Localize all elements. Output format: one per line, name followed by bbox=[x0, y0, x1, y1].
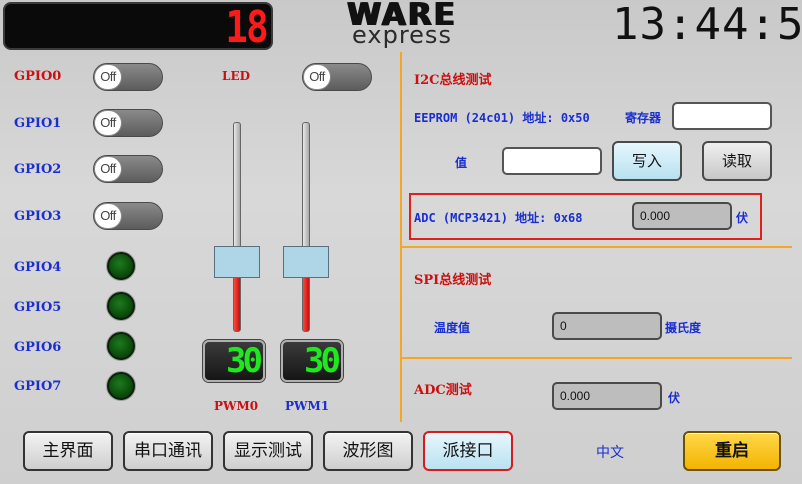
adc-unit: 伏 bbox=[668, 391, 681, 405]
gpio3-toggle[interactable]: Off bbox=[93, 202, 163, 230]
gpio2-label: GPIO2 bbox=[14, 162, 62, 177]
led-label: LED bbox=[222, 69, 250, 83]
gpio2-toggle[interactable]: Off bbox=[93, 155, 163, 183]
language-switch[interactable]: 中文 bbox=[596, 442, 624, 462]
gpio4-led-indicator bbox=[107, 252, 135, 280]
gpio1-toggle[interactable]: Off bbox=[93, 109, 163, 137]
adc-section-title: ADC测试 bbox=[414, 383, 472, 398]
gpio5-led-indicator bbox=[107, 292, 135, 320]
temperature-label: 温度值 bbox=[434, 321, 471, 335]
pwm1-slider-thumb[interactable] bbox=[283, 246, 329, 278]
eeprom-label: EEPROM (24c01) 地址: 0x50 bbox=[414, 111, 590, 125]
clock-display: 13:44:56 bbox=[612, 0, 802, 50]
pwm0-value: 30 bbox=[226, 341, 263, 381]
pwm1-value: 30 bbox=[304, 341, 341, 381]
pwm0-slider-thumb[interactable] bbox=[214, 246, 260, 278]
counter-value: 18 bbox=[225, 2, 268, 53]
i2c-spi-divider bbox=[402, 246, 792, 248]
value-label: 值 bbox=[455, 156, 468, 170]
led-toggle[interactable]: Off bbox=[302, 63, 372, 91]
spi-adc-divider bbox=[402, 357, 792, 359]
temperature-unit: 摄氏度 bbox=[665, 321, 702, 335]
gpio0-toggle-state: Off bbox=[94, 64, 122, 90]
counter-display: 18 bbox=[3, 2, 273, 53]
gpio3-label: GPIO3 bbox=[14, 209, 62, 224]
gpio7-label: GPIO7 bbox=[14, 379, 62, 394]
gpio2-toggle-state: Off bbox=[94, 156, 122, 182]
led-toggle-state: Off bbox=[303, 64, 331, 90]
adc-mcp3421-label: ADC (MCP3421) 地址: 0x68 bbox=[414, 211, 583, 225]
adc-mcp3421-unit: 伏 bbox=[736, 211, 749, 225]
write-button[interactable]: 写入 bbox=[612, 141, 682, 181]
pi-interface-button[interactable]: 派接口 bbox=[423, 431, 513, 471]
vertical-divider bbox=[400, 52, 402, 422]
serial-comm-button[interactable]: 串口通讯 bbox=[123, 431, 213, 471]
pwm0-slider-track-upper[interactable] bbox=[233, 122, 241, 262]
pwm1-label: PWM1 bbox=[285, 399, 330, 413]
logo-express: express bbox=[352, 21, 452, 49]
value-input[interactable] bbox=[502, 147, 602, 175]
spi-section-title: SPI总线测试 bbox=[414, 273, 492, 288]
restart-button[interactable]: 重启 bbox=[683, 431, 781, 471]
i2c-section-title: I2C总线测试 bbox=[414, 73, 492, 88]
temperature-value[interactable] bbox=[552, 312, 662, 340]
pwm1-slider-track-upper[interactable] bbox=[302, 122, 310, 262]
gpio4-label: GPIO4 bbox=[14, 260, 62, 275]
gpio6-led-indicator bbox=[107, 332, 135, 360]
gpio5-label: GPIO5 bbox=[14, 300, 62, 315]
gpio6-label: GPIO6 bbox=[14, 340, 62, 355]
gpio7-led-indicator bbox=[107, 372, 135, 400]
adc-mcp3421-value[interactable] bbox=[632, 202, 732, 230]
register-label: 寄存器 bbox=[625, 111, 662, 125]
gpio0-toggle[interactable]: Off bbox=[93, 63, 163, 91]
gpio1-label: GPIO1 bbox=[14, 116, 62, 131]
main-screen-button[interactable]: 主界面 bbox=[23, 431, 113, 471]
waveform-button[interactable]: 波形图 bbox=[323, 431, 413, 471]
gpio1-toggle-state: Off bbox=[94, 110, 122, 136]
pwm1-readout: 30 bbox=[281, 340, 343, 382]
adc-value[interactable] bbox=[552, 382, 662, 410]
pwm0-label: PWM0 bbox=[214, 399, 259, 413]
pwm0-readout: 30 bbox=[203, 340, 265, 382]
gpio0-label: GPIO0 bbox=[14, 69, 62, 84]
gpio3-toggle-state: Off bbox=[94, 203, 122, 229]
display-test-button[interactable]: 显示测试 bbox=[223, 431, 313, 471]
register-input[interactable] bbox=[672, 102, 772, 130]
read-button[interactable]: 读取 bbox=[702, 141, 772, 181]
